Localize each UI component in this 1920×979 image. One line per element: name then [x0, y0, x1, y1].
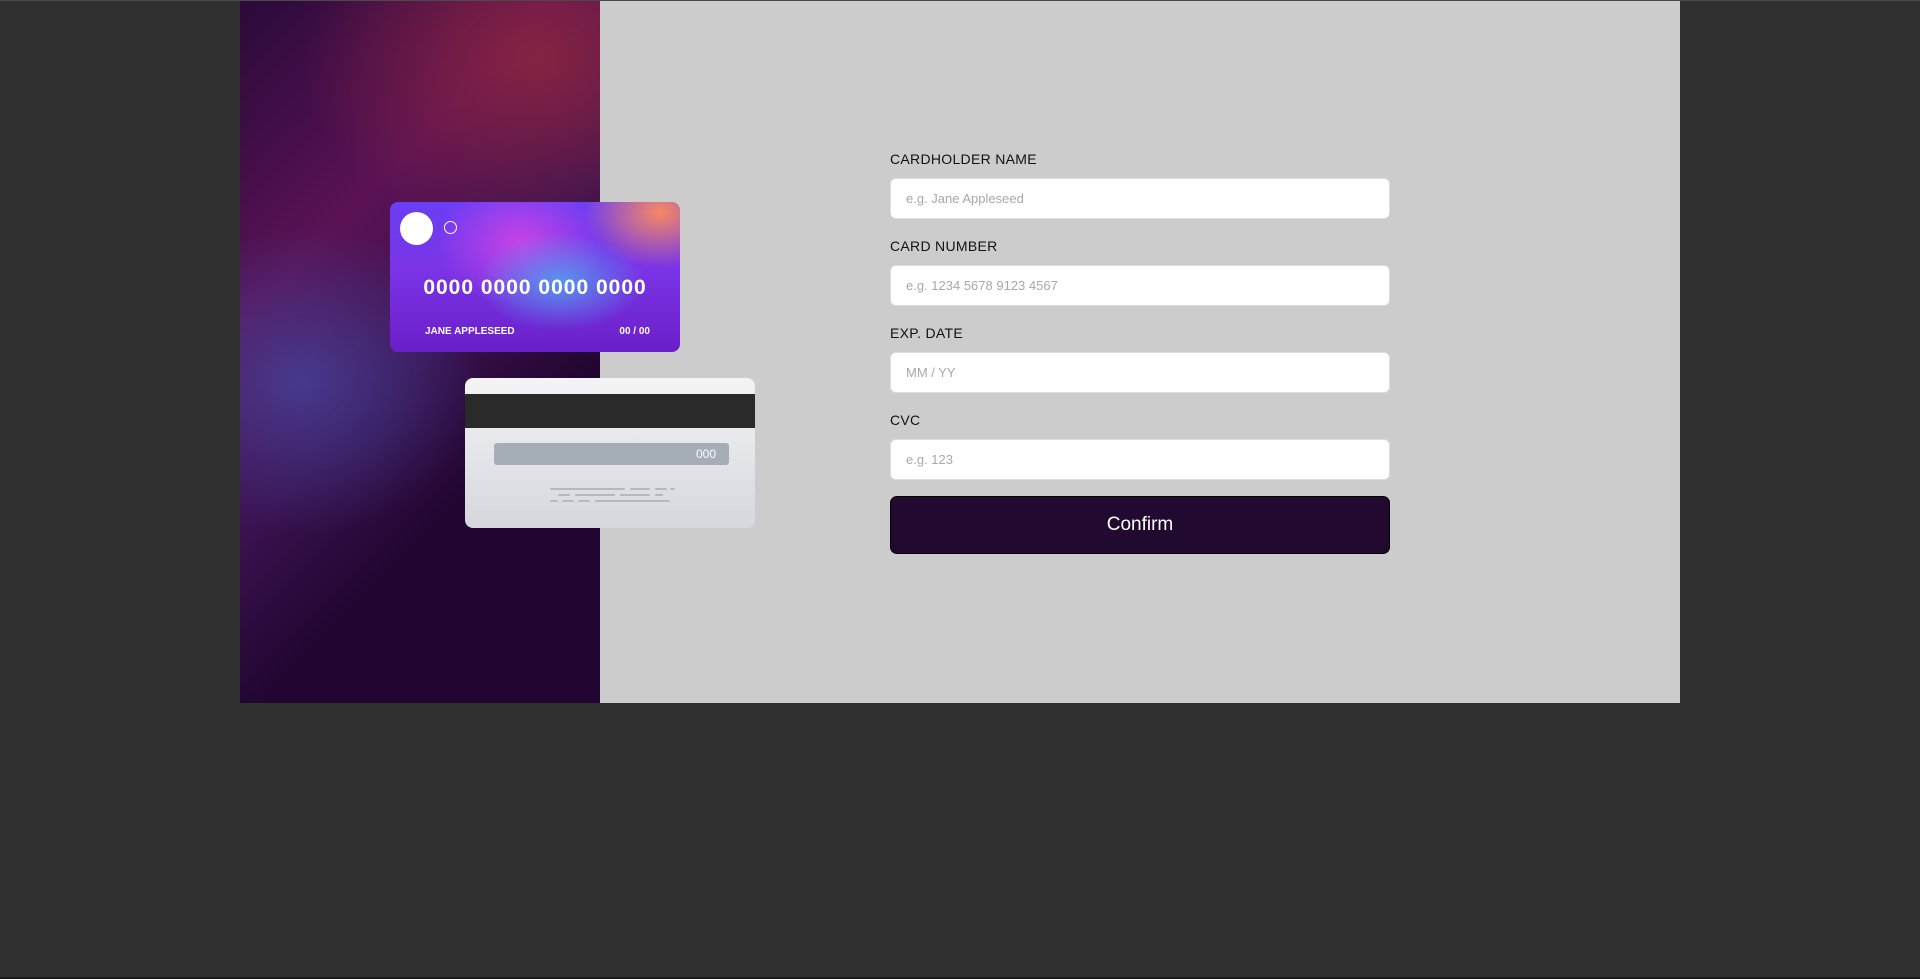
card-number-display: 0000 0000 0000 0000 — [423, 276, 647, 299]
exp-date-input[interactable] — [890, 352, 1390, 393]
signature-strip: 000 — [494, 443, 729, 465]
payment-page: 0000 0000 0000 0000 JANE APPLESEED 00 / … — [240, 1, 1680, 703]
cvc-input[interactable] — [890, 439, 1390, 480]
cvc-display: 000 — [695, 447, 716, 461]
payment-form: CARDHOLDER NAME CARD NUMBER EXP. DATE CV… — [890, 150, 1390, 554]
decorative-gradient-panel — [240, 1, 600, 703]
cvc-group: CVC — [890, 411, 1390, 480]
card-logo-circle-outline-icon — [444, 221, 457, 234]
confirm-button[interactable]: Confirm — [890, 496, 1390, 554]
card-number-label: CARD NUMBER — [890, 238, 998, 254]
card-logo-circle-filled-icon — [400, 212, 433, 245]
card-front-preview: 0000 0000 0000 0000 JANE APPLESEED 00 / … — [390, 202, 680, 352]
card-back-fine-print-lines — [550, 488, 675, 508]
cardholder-name-display: JANE APPLESEED — [425, 326, 515, 337]
cardholder-name-input[interactable] — [890, 178, 1390, 219]
card-number-group: CARD NUMBER — [890, 237, 1390, 306]
cvc-label: CVC — [890, 412, 921, 428]
cardholder-name-label: CARDHOLDER NAME — [890, 151, 1037, 167]
magnetic-stripe — [465, 394, 755, 428]
exp-date-group: EXP. DATE — [890, 324, 1390, 393]
card-expiry-display: 00 / 00 — [619, 326, 650, 337]
cardholder-name-group: CARDHOLDER NAME — [890, 150, 1390, 219]
exp-date-label: EXP. DATE — [890, 325, 963, 341]
card-back-preview: 000 — [465, 378, 755, 528]
card-number-input[interactable] — [890, 265, 1390, 306]
